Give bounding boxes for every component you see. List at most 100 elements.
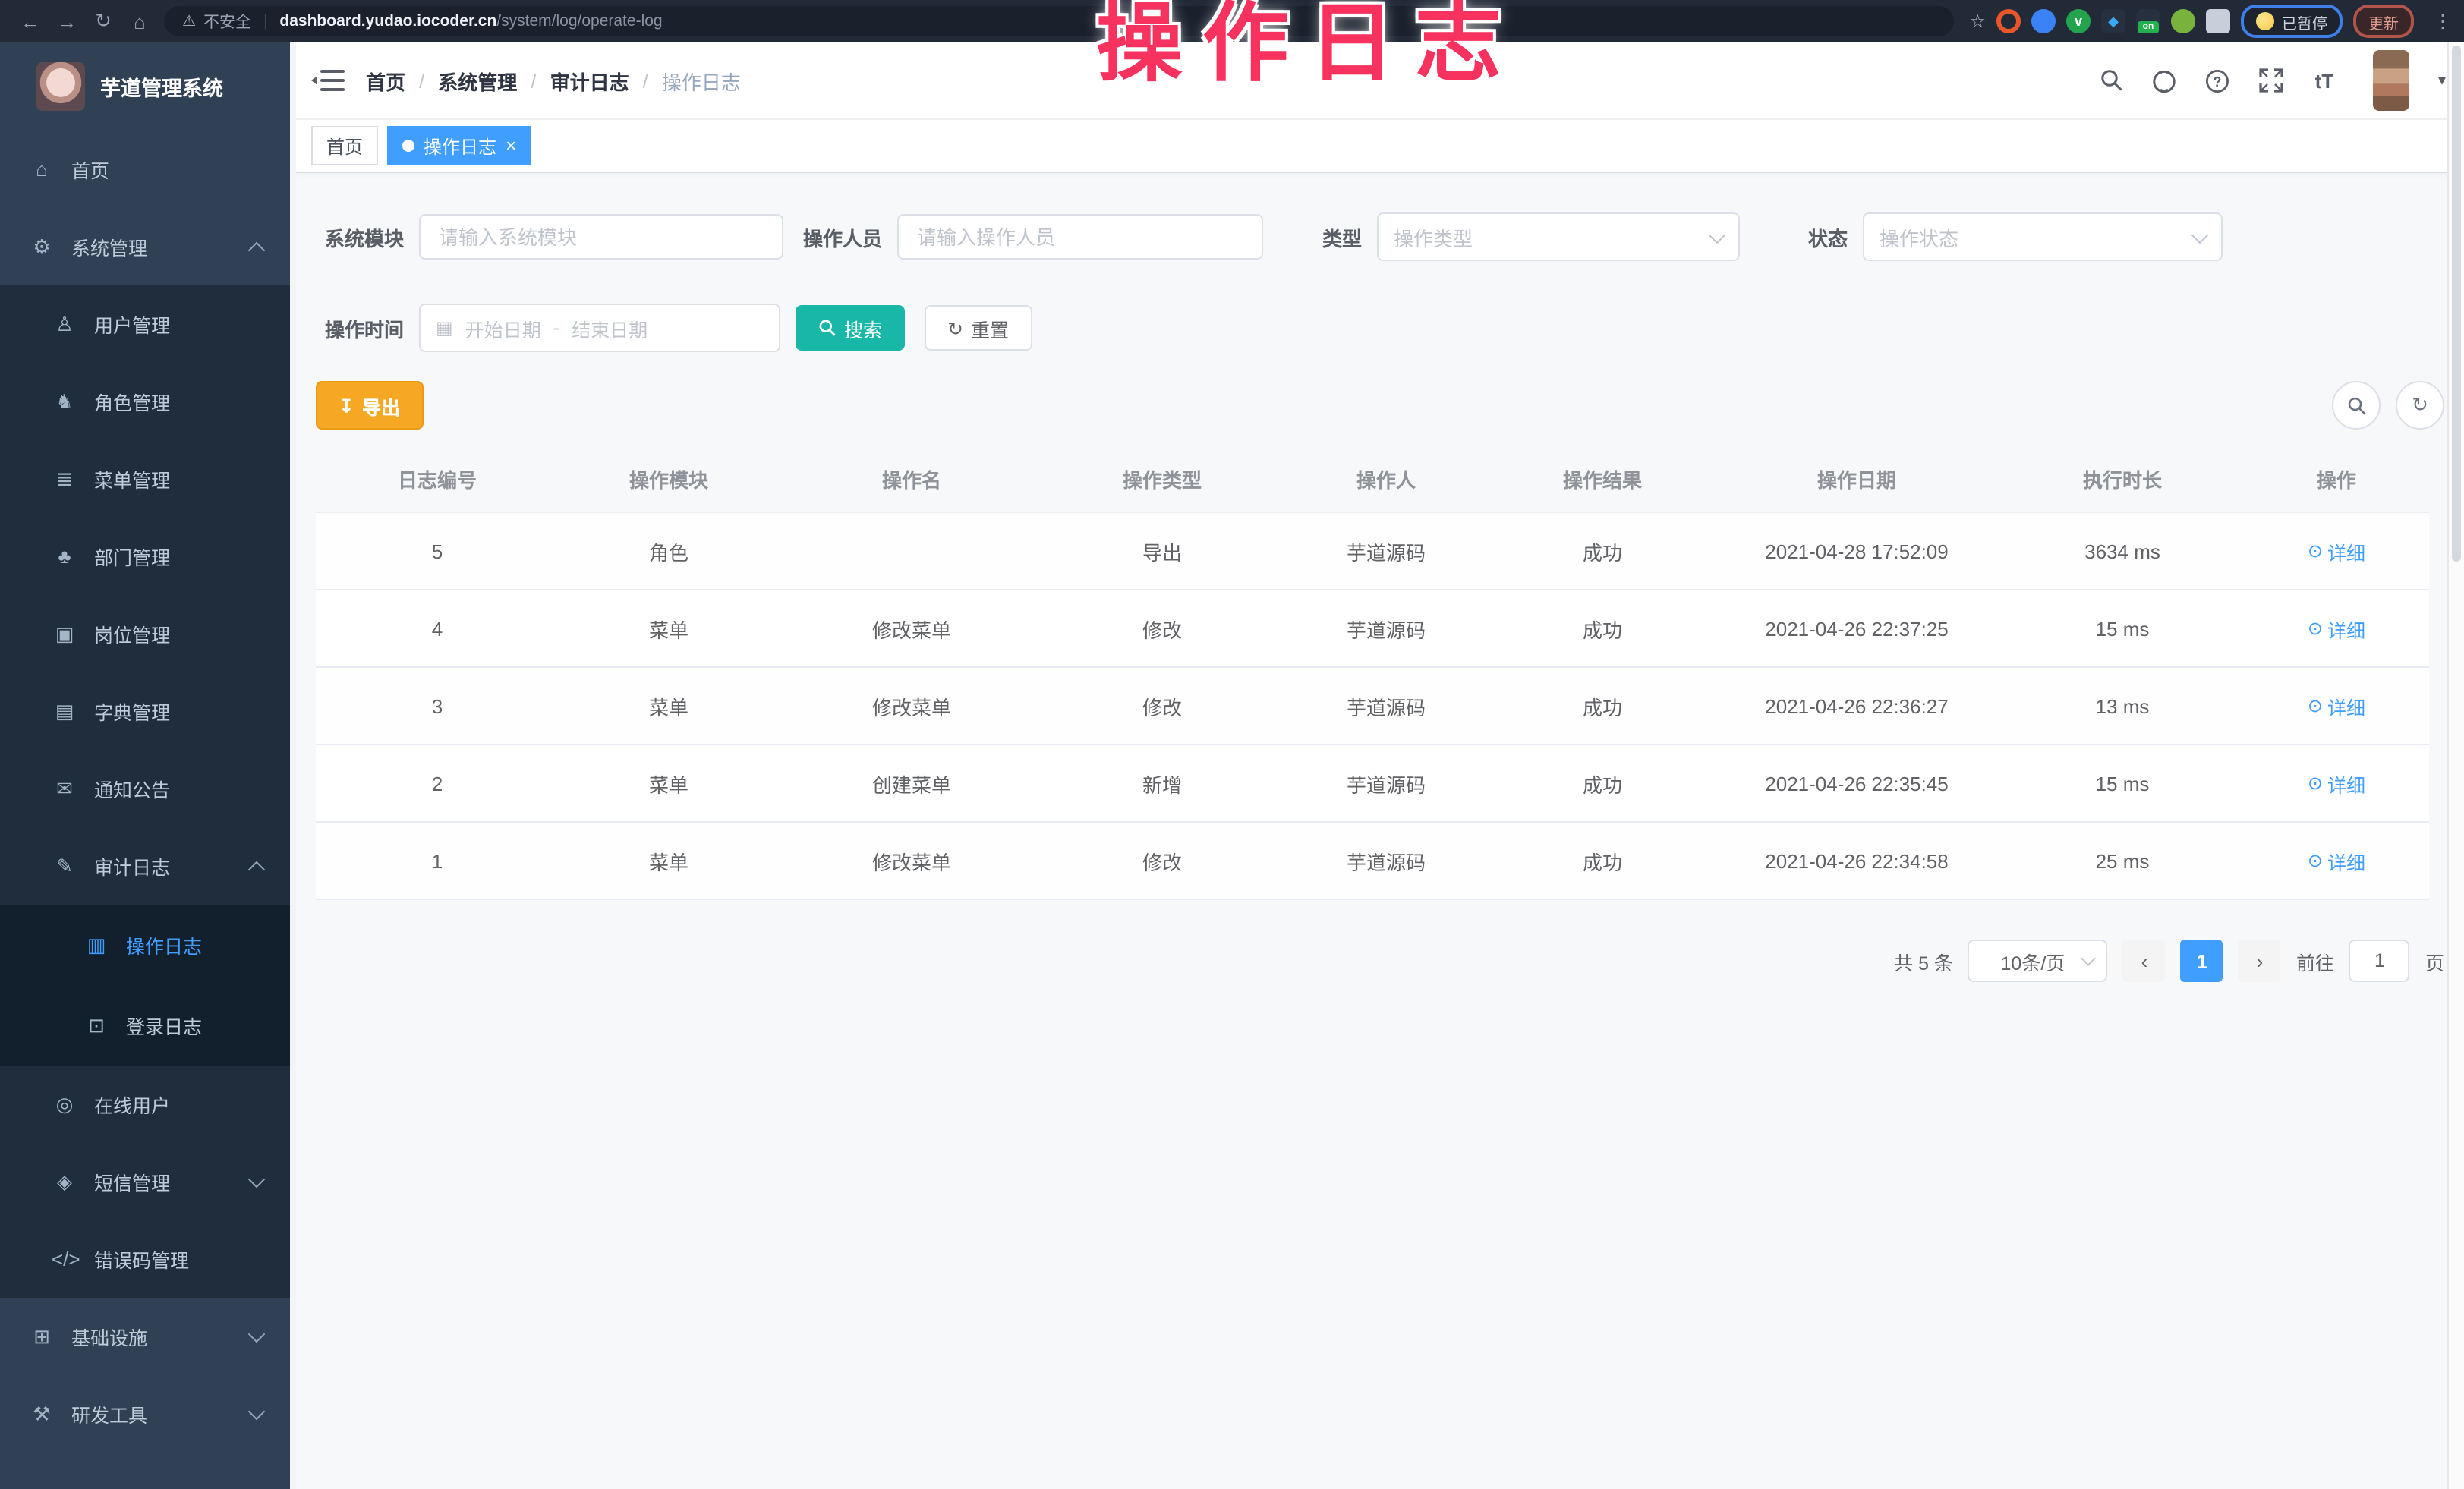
browser-forward-icon[interactable]: → <box>49 10 85 33</box>
date-range-picker[interactable]: ▦ 开始日期 - 结束日期 <box>419 304 780 352</box>
page-content: 系统模块 操作人员 类型 操作类型 状态 操作状态 <box>296 173 2464 1489</box>
sidebar-item-dictionary-management[interactable]: ▤ 字典管理 <box>0 672 296 750</box>
extension-blue-diamond-icon[interactable]: ◆ <box>2101 9 2125 33</box>
app-title: 芋道管理系统 <box>100 71 223 102</box>
refresh-icon[interactable]: ↻ <box>2396 381 2444 430</box>
search-button[interactable]: 搜索 <box>796 305 905 351</box>
breadcrumb-item-home[interactable]: 首页 <box>366 66 405 95</box>
update-button[interactable]: 更新 <box>2353 5 2414 38</box>
detail-link[interactable]: ⊙详细 <box>2308 846 2365 875</box>
sidebar-item-label: 首页 <box>71 155 109 184</box>
sidebar-item-home[interactable]: ⌂ 首页 <box>0 131 296 208</box>
cell-date: 2021-04-26 22:36:27 <box>1713 667 2001 744</box>
sidebar-item-error-code-management[interactable]: </> 错误码管理 <box>0 1220 296 1298</box>
extension-green-v-icon[interactable]: v <box>2066 9 2091 33</box>
address-bar[interactable]: ⚠ 不安全 | dashboard.yudao.iocoder.cn /syst… <box>164 6 1954 36</box>
cell-module: 菜单 <box>559 744 779 822</box>
security-label[interactable]: 不安全 <box>203 10 251 33</box>
sidebar-item-dev-tools[interactable]: ⚒ 研发工具 <box>0 1375 296 1453</box>
sidebar-fold-icon[interactable] <box>314 69 345 92</box>
detail-link[interactable]: ⊙详细 <box>2308 691 2365 720</box>
address-divider: | <box>263 12 267 30</box>
sidebar-item-audit-log[interactable]: ✎ 审计日志 <box>0 827 296 905</box>
shield-icon: ◈ <box>52 1169 77 1194</box>
current-page-button[interactable]: 1 <box>2181 940 2223 982</box>
sidebar-item-department-management[interactable]: ♣ 部门管理 <box>0 518 296 595</box>
tag-operate-log[interactable]: 操作日志 × <box>387 126 531 165</box>
goto-page-input[interactable] <box>2349 940 2410 982</box>
sidebar-item-system-management[interactable]: ⚙ 系统管理 <box>0 208 296 285</box>
breadcrumb-item-system[interactable]: 系统管理 <box>438 66 517 95</box>
sidebar-item-post-management[interactable]: ▣ 岗位管理 <box>0 595 296 672</box>
menu-list-icon: ≣ <box>52 467 77 491</box>
table-row: 3 菜单 修改菜单 修改 芋道源码 成功 2021-04-26 22:36:27… <box>316 667 2429 744</box>
pencil-audit-icon: ✎ <box>52 854 77 878</box>
avatar-caret-icon[interactable]: ▾ <box>2438 72 2446 89</box>
operate-log-icon: ▥ <box>83 933 109 957</box>
detail-link[interactable]: ⊙详细 <box>2308 769 2365 798</box>
close-icon[interactable]: × <box>506 137 516 155</box>
goto-label: 前往 <box>2296 946 2334 975</box>
browser-menu-icon[interactable]: ⋮ <box>2434 11 2452 32</box>
cell-date: 2021-04-26 22:37:25 <box>1713 590 2001 667</box>
detail-label: 详细 <box>2327 846 2365 875</box>
download-icon: ↧ <box>339 394 354 417</box>
scrollbar-thumb[interactable] <box>2452 46 2461 562</box>
sidebar-item-label: 用户管理 <box>94 310 170 338</box>
sidebar-item-operate-log[interactable]: ▥ 操作日志 <box>0 905 296 985</box>
tag-home[interactable]: 首页 <box>311 126 378 165</box>
window-scrollbar[interactable] <box>2447 42 2464 1489</box>
export-button[interactable]: ↧ 导出 <box>316 381 423 430</box>
detail-link[interactable]: ⊙详细 <box>2308 614 2365 643</box>
github-icon[interactable] <box>2151 67 2179 94</box>
sidebar-item-role-management[interactable]: ♞ 角色管理 <box>0 363 296 440</box>
extension-green-leaf-icon[interactable] <box>2171 9 2195 33</box>
org-tree-icon: ♣ <box>52 545 77 568</box>
type-select[interactable]: 操作类型 <box>1377 212 1740 261</box>
sidebar-item-infrastructure[interactable]: ⊞ 基础设施 <box>0 1298 296 1375</box>
reset-button[interactable]: ↻ 重置 <box>925 305 1032 351</box>
fullscreen-icon[interactable] <box>2258 67 2285 94</box>
extension-on-badge-icon[interactable]: on <box>2136 9 2160 33</box>
detail-link[interactable]: ⊙详细 <box>2308 537 2365 565</box>
module-input[interactable] <box>419 214 783 260</box>
sidebar-scrollbar[interactable] <box>290 42 296 1489</box>
extension-blue-pin-icon[interactable] <box>2031 9 2056 33</box>
next-page-button[interactable]: › <box>2239 940 2281 982</box>
browser-reload-icon[interactable]: ↻ <box>85 9 121 33</box>
sidebar-item-announcement[interactable]: ✉ 通知公告 <box>0 750 296 827</box>
search-icon[interactable] <box>2098 67 2125 94</box>
sidebar-item-online-users[interactable]: ◎ 在线用户 <box>0 1066 296 1143</box>
extension-orange-ring-icon[interactable] <box>1996 9 2021 33</box>
chevron-down-icon <box>248 1402 266 1420</box>
navbar-actions: ? tT ▾ <box>2098 50 2446 111</box>
search-button-label: 搜索 <box>844 313 882 342</box>
sidebar-item-user-management[interactable]: ♙ 用户管理 <box>0 285 296 363</box>
status-select[interactable]: 操作状态 <box>1863 212 2223 261</box>
font-size-icon[interactable]: tT <box>2311 67 2338 94</box>
sidebar-item-sms-management[interactable]: ◈ 短信管理 <box>0 1143 296 1220</box>
bookmark-star-icon[interactable]: ☆ <box>1969 11 1986 32</box>
browser-home-icon[interactable]: ⌂ <box>121 10 158 33</box>
cell-log-id: 4 <box>316 590 559 667</box>
sidebar-item-login-log[interactable]: ⊡ 登录日志 <box>0 985 296 1066</box>
sidebar-item-label: 角色管理 <box>94 387 170 416</box>
browser-back-icon[interactable]: ← <box>12 10 49 33</box>
gear-icon: ⚙ <box>29 235 55 259</box>
sidebar-item-label: 系统管理 <box>71 232 147 261</box>
operator-input[interactable] <box>897 214 1263 260</box>
help-question-icon[interactable]: ? <box>2204 67 2232 94</box>
cell-result: 成功 <box>1492 822 1713 899</box>
cell-operation-name <box>779 512 1045 590</box>
page-size-select[interactable]: 10条/页 <box>1968 940 2108 982</box>
show-search-icon[interactable] <box>2332 381 2381 430</box>
paused-pill[interactable]: 已暂停 <box>2241 5 2343 38</box>
prev-page-button[interactable]: ‹ <box>2123 940 2166 982</box>
type-placeholder: 操作类型 <box>1394 222 1711 251</box>
breadcrumb-item-audit-log[interactable]: 审计日志 <box>550 66 629 95</box>
cell-operator: 芋道源码 <box>1280 590 1492 667</box>
sidebar-logo-row[interactable]: 芋道管理系统 <box>0 42 296 131</box>
sidebar-item-menu-management[interactable]: ≣ 菜单管理 <box>0 440 296 518</box>
user-avatar[interactable] <box>2373 50 2409 111</box>
extensions-puzzle-icon[interactable] <box>2206 9 2230 33</box>
